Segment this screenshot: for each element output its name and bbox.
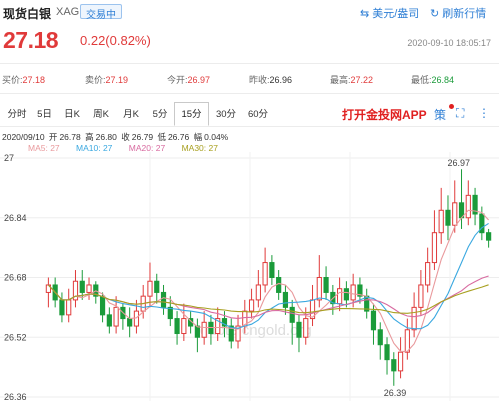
tab-15min[interactable]: 15分 (174, 102, 209, 126)
stat-high: 最高:27.22 (330, 75, 374, 85)
candle-body (438, 209, 444, 234)
candle-body (99, 295, 106, 316)
price-change: 0.22(0.82%) (80, 33, 151, 48)
candle-body (431, 232, 438, 264)
candle-body (276, 277, 282, 293)
chart-grid (0, 152, 499, 401)
candle-body (79, 280, 85, 293)
candle-body (181, 318, 187, 335)
candle-body (303, 318, 309, 338)
candle-body (282, 291, 289, 308)
refresh-icon: ↻ (430, 7, 440, 20)
stat-low: 最低:26.84 (411, 75, 455, 85)
candle-body (262, 262, 268, 286)
ohlc-info-line: 2020/09/10 开 26.78 高 26.80 收 26.79 低 26.76 幅… (2, 132, 229, 142)
divider (0, 93, 499, 94)
current-price: 27.18 (3, 27, 59, 53)
candle-body (391, 359, 397, 372)
y-tick-label: 26.52 (4, 332, 27, 342)
stat-open: 今开:26.97 (167, 75, 211, 85)
candle-body (377, 329, 383, 346)
stat-sell: 卖价:27.19 (85, 75, 129, 85)
candle-body (370, 310, 377, 331)
refresh-label: 刷新行情 (442, 8, 487, 20)
candle-body (194, 325, 200, 338)
tab-monthly-k[interactable]: 月K (116, 102, 146, 126)
candle-body (113, 306, 119, 327)
tab-daily-k[interactable]: 日K (58, 102, 86, 126)
candle-body (418, 284, 424, 308)
instrument-title: 现货白银 (3, 7, 52, 21)
notification-dot (449, 104, 454, 109)
y-tick-label: 26.68 (4, 273, 27, 283)
quote-timestamp: 2020-09-10 18:05:17 (407, 38, 491, 48)
candle-body (404, 329, 410, 353)
y-axis-labels: 27 26.84 26.68 26.52 26.36 (4, 153, 27, 401)
candle-body (66, 299, 72, 316)
candle-body (248, 299, 255, 312)
tab-60min[interactable]: 60分 (243, 102, 273, 126)
candle-body (343, 288, 349, 301)
candle-body (201, 321, 207, 338)
divider (0, 126, 499, 127)
candle-body (106, 314, 112, 327)
y-tick-label: 26.36 (4, 392, 27, 401)
candle-body (316, 277, 322, 301)
refresh-button[interactable]: ↻ 刷新行情 (430, 5, 486, 21)
y-tick-label: 26.84 (4, 213, 27, 223)
candle-body (384, 344, 390, 361)
candle-body (323, 277, 329, 293)
candle-body (425, 262, 431, 286)
candle-body (133, 310, 140, 327)
period-tabs: 分时 5日 日K 周K 月K 5分 15分 30分 60分 (3, 102, 273, 126)
currency-button[interactable]: ⇆ 美元/盎司 (360, 5, 419, 21)
candlestick-chart[interactable]: quote.cngold.org 2726.8426.6826.5226.36 … (0, 152, 499, 401)
currency-label: 美元/盎司 (372, 8, 420, 20)
min-price-label: 26.39 (384, 388, 407, 398)
candle-body (174, 318, 180, 335)
candle-body (127, 318, 133, 327)
fullscreen-icon[interactable]: ⛶ (456, 106, 464, 121)
candle-body (350, 284, 356, 301)
candle-body (411, 306, 417, 331)
candle-body (160, 291, 167, 308)
candle-body (445, 209, 451, 226)
candle-body (486, 232, 492, 241)
candle-body (452, 202, 458, 226)
candle-body (289, 306, 295, 323)
swap-icon: ⇆ (360, 7, 370, 20)
open-app-link[interactable]: 打开金投网APP (342, 106, 427, 123)
trading-status-badge: 交易中 (80, 4, 122, 21)
instrument-symbol: XAG (56, 6, 80, 18)
stats-row: 买价:27.18 卖价:27.19 今开:26.97 昨收:26.96 最高:2… (0, 71, 499, 85)
candle-body (154, 280, 160, 293)
candle-body (86, 284, 92, 293)
candle-body (147, 280, 153, 297)
candle-body (397, 351, 404, 372)
stat-prev-close: 昨收:26.96 (249, 75, 293, 85)
tab-30min[interactable]: 30分 (209, 102, 243, 126)
stat-buy: 买价:27.18 (2, 75, 46, 85)
tab-weekly-k[interactable]: 周K (86, 102, 116, 126)
tab-5day[interactable]: 5日 (31, 102, 58, 126)
candle-body (465, 194, 471, 219)
candle-body (269, 262, 275, 278)
candle-body (337, 288, 343, 305)
max-price-label: 26.97 (448, 158, 471, 168)
candle-body (255, 284, 261, 301)
header: 现货白银 XAG 交易中 ⇆ 美元/盎司 ↻ 刷新行情 (0, 0, 499, 24)
candle-body (59, 299, 65, 316)
candle-body (296, 321, 302, 338)
strategy-button[interactable]: 策 (434, 106, 446, 123)
y-tick-label: 27 (4, 153, 14, 163)
more-menu-icon[interactable]: ⋮ (478, 106, 490, 120)
divider (0, 63, 499, 64)
tab-5min[interactable]: 5分 (146, 102, 174, 126)
tab-intraday[interactable]: 分时 (3, 102, 31, 126)
